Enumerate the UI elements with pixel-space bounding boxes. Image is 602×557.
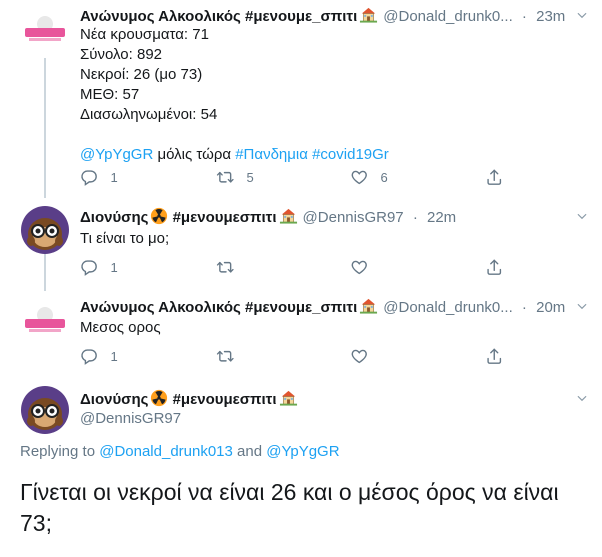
retweet-count: 5: [246, 169, 254, 185]
retweet-icon: [216, 258, 235, 277]
text-line: Σύνολο: 892: [80, 46, 163, 63]
retweet-button[interactable]: [216, 347, 235, 366]
radioactive-icon: [150, 389, 168, 407]
tweet[interactable]: Διονύσης #μενουμεσπιτι @DennisGR97 · 22m …: [0, 200, 602, 295]
house-icon: [359, 5, 378, 24]
like-button[interactable]: [350, 347, 369, 366]
share-icon: [485, 168, 504, 187]
hashtag-link[interactable]: #covid19Gr: [312, 146, 389, 163]
house-icon: [279, 206, 298, 225]
hashtag-link[interactable]: #Πανδημια: [235, 146, 308, 163]
anon-avatar-image: [21, 6, 69, 54]
tweet-text: Μεσος ορος: [80, 319, 161, 336]
timestamp[interactable]: 23m: [536, 8, 565, 25]
retweet-button[interactable]: [216, 258, 235, 277]
share-icon: [485, 347, 504, 366]
display-name[interactable]: Ανώνυμος Αλκοολικός #μενουμε_σπιτι: [80, 299, 357, 316]
like-button[interactable]: [350, 258, 369, 277]
mention-link[interactable]: @YpYgGR: [266, 443, 339, 460]
monkey-avatar-image: [21, 206, 69, 254]
reply-icon: [80, 168, 99, 187]
reply-count: 1: [110, 259, 118, 275]
heart-icon: [350, 168, 369, 187]
display-name[interactable]: Διονύσης #μενουμεσπιτι: [80, 209, 277, 226]
tweet-header: Διονύσης #μενουμεσπιτι @DennisGR97 · 22m: [80, 206, 456, 228]
reply-button[interactable]: 1: [80, 168, 118, 187]
text-line: Νεκροί: 26 (μο 73): [80, 66, 203, 83]
radioactive-icon: [150, 207, 168, 225]
tweet[interactable]: Ανώνυμος Αλκοολικός #μενουμε_σπιτι @Donal…: [0, 0, 602, 200]
reply-icon: [80, 347, 99, 366]
house-icon: [279, 388, 298, 407]
reply-count: 1: [110, 169, 118, 185]
anon-avatar-image: [21, 297, 69, 345]
chevron-down-icon[interactable]: [575, 299, 589, 313]
share-icon: [485, 258, 504, 277]
text-line: Διασωληνωμένοι: 54: [80, 106, 218, 123]
mention-link[interactable]: @YpYgGR: [80, 146, 153, 163]
monkey-avatar-image: [21, 386, 69, 434]
share-button[interactable]: [485, 258, 504, 277]
user-handle[interactable]: @Donald_drunk0...: [383, 299, 512, 316]
avatar[interactable]: [21, 297, 69, 345]
text-line: @YpYgGR μόλις τώρα #Πανδημια #covid19Gr: [80, 146, 389, 163]
avatar[interactable]: [21, 206, 69, 254]
tweet-text: Νέα κρουσματα: 71 Σύνολο: 892 Νεκροί: 26…: [80, 25, 389, 165]
timestamp[interactable]: 22m: [427, 209, 456, 226]
text-line: ΜΕΘ: 57: [80, 86, 140, 103]
display-name[interactable]: Ανώνυμος Αλκοολικός #μενουμε_σπιτι: [80, 8, 357, 25]
avatar[interactable]: [21, 6, 69, 54]
retweet-icon: [216, 168, 235, 187]
reply-icon: [80, 258, 99, 277]
retweet-icon: [216, 347, 235, 366]
tweet-actions: 1 5 6: [80, 168, 520, 188]
tweet-header: Διονύσης #μενουμεσπιτι: [80, 388, 298, 410]
heart-icon: [350, 347, 369, 366]
timestamp[interactable]: 20m: [536, 299, 565, 316]
share-button[interactable]: [485, 168, 504, 187]
house-icon: [359, 296, 378, 315]
user-handle[interactable]: @Donald_drunk0...: [383, 8, 512, 25]
like-count: 6: [380, 169, 388, 185]
tweet-actions: 1: [80, 347, 520, 367]
retweet-button[interactable]: 5: [216, 168, 254, 187]
like-button[interactable]: 6: [350, 168, 388, 187]
avatar[interactable]: [21, 386, 69, 434]
tweet-header: Ανώνυμος Αλκοολικός #μενουμε_σπιτι @Donal…: [80, 296, 565, 318]
tweet-text: Τι είναι το μο;: [80, 230, 170, 247]
reply-button[interactable]: 1: [80, 258, 118, 277]
reply-count: 1: [110, 348, 118, 364]
main-tweet-text: Γίνεται οι νεκροί να είναι 26 και ο μέσο…: [20, 479, 559, 536]
tweet-actions: 1: [80, 258, 520, 278]
tweet-header: Ανώνυμος Αλκοολικός #μενουμε_σπιτι @Donal…: [80, 5, 565, 27]
user-handle[interactable]: @DennisGR97: [80, 409, 181, 429]
chevron-down-icon[interactable]: [575, 391, 589, 405]
display-name[interactable]: Διονύσης #μενουμεσπιτι: [80, 391, 277, 408]
reply-button[interactable]: 1: [80, 347, 118, 366]
share-button[interactable]: [485, 347, 504, 366]
chevron-down-icon[interactable]: [575, 8, 589, 22]
tweet[interactable]: Ανώνυμος Αλκοολικός #μενουμε_σπιτι @Donal…: [0, 291, 602, 381]
heart-icon: [350, 258, 369, 277]
user-handle[interactable]: @DennisGR97: [303, 209, 404, 226]
mention-link[interactable]: @Donald_drunk013: [99, 443, 233, 460]
text-line: Νέα κρουσματα: 71: [80, 26, 209, 43]
chevron-down-icon[interactable]: [575, 209, 589, 223]
replying-to: Replying to @Donald_drunk013 and @YpYgGR: [20, 443, 340, 460]
